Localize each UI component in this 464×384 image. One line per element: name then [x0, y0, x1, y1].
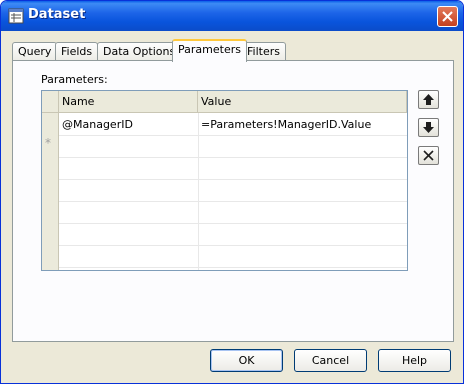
cancel-button[interactable]: Cancel	[294, 349, 367, 372]
row-divider	[59, 267, 407, 268]
move-down-button[interactable]	[418, 118, 439, 137]
grid-header: Name Value	[42, 91, 407, 113]
new-row-indicator: *	[45, 136, 51, 150]
tab-query[interactable]: Query	[12, 42, 58, 61]
tab-filters[interactable]: Filters	[241, 42, 286, 61]
tab-parameters[interactable]: Parameters	[172, 39, 247, 62]
dataset-dialog: Dataset Query Fields Data Options Parame…	[0, 0, 464, 384]
dataset-icon	[8, 8, 24, 24]
row-selector-column[interactable]	[42, 91, 59, 270]
title-bar[interactable]: Dataset	[1, 1, 463, 31]
tab-fields[interactable]: Fields	[55, 42, 99, 61]
parameters-label: Parameters:	[41, 73, 108, 86]
row-divider	[59, 223, 407, 224]
row-divider	[59, 179, 407, 180]
delete-x-icon	[423, 150, 434, 161]
tab-data-options[interactable]: Data Options	[97, 42, 182, 61]
row-divider	[59, 201, 407, 202]
header-corner	[42, 91, 59, 113]
row-divider	[59, 135, 407, 136]
column-header-name[interactable]: Name	[59, 91, 198, 113]
arrow-down-icon	[423, 122, 434, 133]
help-button[interactable]: Help	[378, 349, 451, 372]
parameters-grid[interactable]: Name Value @ManagerID =Parameters!Manage…	[41, 90, 408, 271]
window-title: Dataset	[28, 7, 86, 22]
parameter-value-cell[interactable]: =Parameters!ManagerID.Value	[199, 114, 406, 135]
close-button[interactable]	[437, 6, 458, 27]
row-divider	[59, 157, 407, 158]
parameter-name-cell[interactable]: @ManagerID	[60, 114, 197, 135]
column-divider	[198, 113, 199, 270]
column-header-value[interactable]: Value	[198, 91, 407, 113]
arrow-up-icon	[423, 94, 434, 105]
ok-button[interactable]: OK	[210, 349, 283, 372]
delete-button[interactable]	[418, 146, 439, 165]
move-up-button[interactable]	[418, 90, 439, 109]
row-divider	[59, 245, 407, 246]
close-icon	[442, 11, 453, 22]
